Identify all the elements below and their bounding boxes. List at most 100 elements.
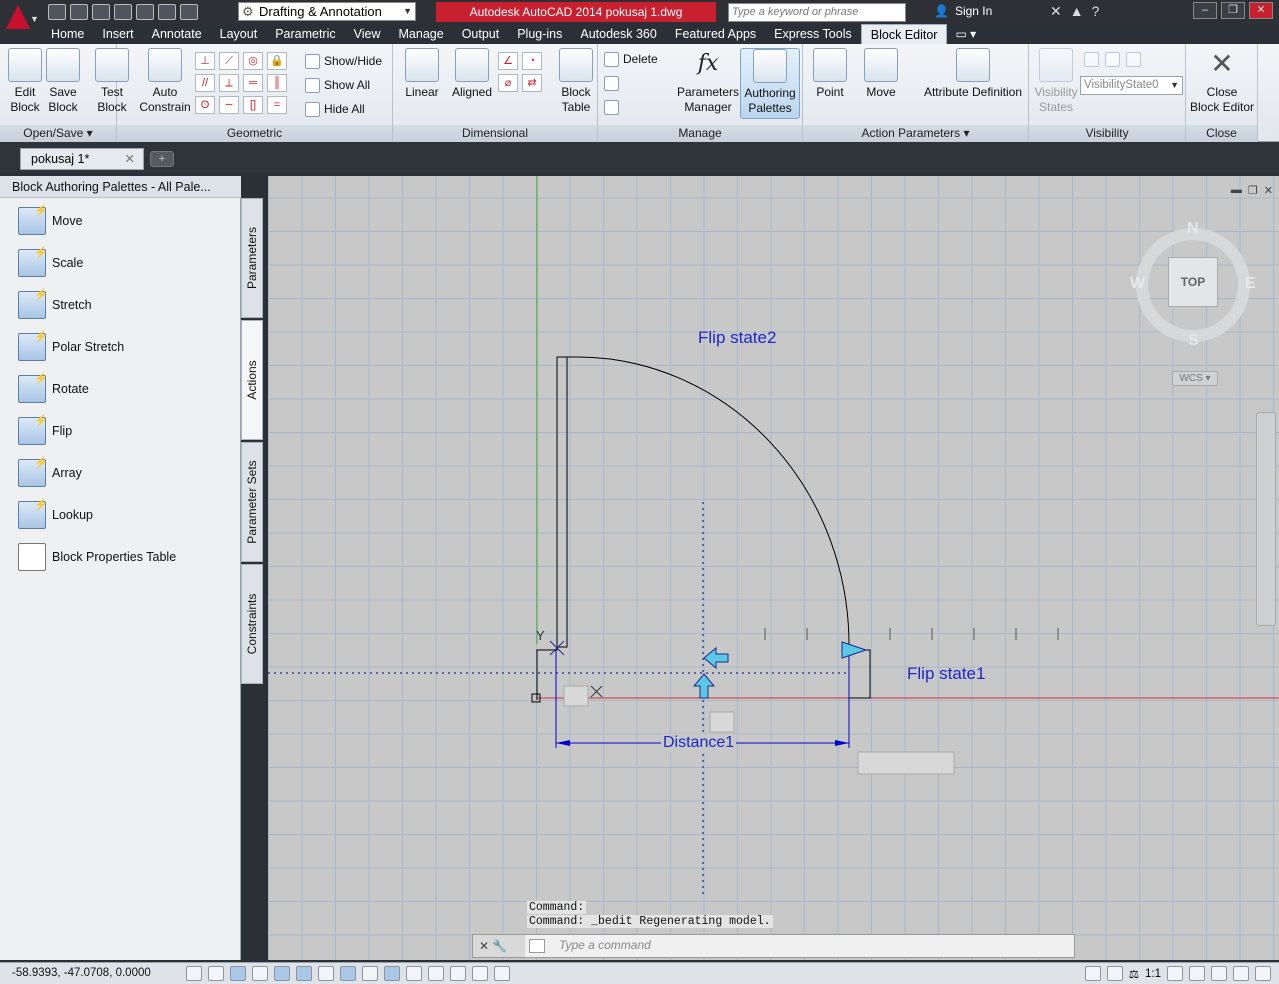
tab-block-editor[interactable]: Block Editor: [860, 24, 948, 44]
new-file-icon[interactable]: [48, 4, 66, 20]
point-button[interactable]: Point: [812, 48, 848, 100]
drawing-canvas[interactable]: ▬ ❐ ✕ Flip state2 Flip state1 Distance1 …: [268, 176, 1279, 960]
object-snap-icon[interactable]: [296, 966, 312, 981]
tab-autodesk-360[interactable]: Autodesk 360: [571, 24, 665, 44]
tab-annotate[interactable]: Annotate: [143, 24, 211, 44]
restore-button[interactable]: ❐: [1221, 2, 1245, 19]
tab-home[interactable]: Home: [42, 24, 93, 44]
panel-title-close[interactable]: Close: [1186, 125, 1257, 142]
tab-insert[interactable]: Insert: [93, 24, 142, 44]
tab-view[interactable]: View: [345, 24, 390, 44]
wcs-menu[interactable]: WCS ▾: [1172, 371, 1218, 386]
fix-icon[interactable]: 🔒: [267, 52, 287, 70]
show-hide-button[interactable]: Show/Hide: [305, 52, 382, 70]
close-button[interactable]: ✕: [1249, 2, 1273, 19]
compass-south[interactable]: S: [1188, 332, 1199, 350]
selection-cycling-icon[interactable]: [472, 966, 488, 981]
equal-icon[interactable]: =: [267, 96, 287, 114]
collinear-icon[interactable]: ⟋: [219, 52, 239, 70]
viewcube-top-face[interactable]: TOP: [1168, 257, 1218, 307]
grid-display-icon[interactable]: [230, 966, 246, 981]
command-input[interactable]: Type a command: [559, 938, 1059, 952]
tab-output[interactable]: Output: [453, 24, 509, 44]
help-icon[interactable]: ?: [1092, 3, 1100, 20]
palette-title[interactable]: Block Authoring Palettes - All Pale...: [0, 176, 241, 198]
lineweight-icon[interactable]: [406, 966, 422, 981]
ribbon-options-icon[interactable]: ▭ ▾: [947, 24, 984, 44]
arrow-up-grip-icon[interactable]: [692, 673, 716, 699]
parallel-icon[interactable]: //: [195, 74, 215, 92]
arrow-left-grip-icon[interactable]: [703, 646, 729, 670]
snap-mode-icon[interactable]: [208, 966, 224, 981]
palette-item-move[interactable]: ⚡ Move: [0, 200, 236, 242]
annotation-scale-value[interactable]: 1:1: [1145, 968, 1161, 980]
layout-icon[interactable]: [1106, 966, 1123, 981]
edit-block-button[interactable]: Edit Block: [6, 48, 44, 115]
delete-button[interactable]: Delete: [604, 50, 658, 68]
visibility-state-select[interactable]: VisibilityState0 ▼: [1080, 76, 1183, 95]
viewcube[interactable]: TOP N S E W: [1130, 220, 1256, 350]
tab-plug-ins[interactable]: Plug-ins: [508, 24, 571, 44]
annotation-scale-icon[interactable]: ⚖: [1129, 967, 1139, 981]
save-block-button[interactable]: Save Block: [44, 48, 82, 115]
flip-action-badge[interactable]: [709, 711, 735, 733]
perpendicular-icon[interactable]: ⟂: [219, 74, 239, 92]
panel-title-manage[interactable]: Manage: [598, 125, 802, 142]
close-icon[interactable]: ✕: [479, 939, 489, 953]
infer-constraints-icon[interactable]: [186, 966, 202, 981]
make-visible-icon[interactable]: [1105, 51, 1120, 67]
aligned-button[interactable]: Aligned: [450, 48, 494, 100]
diameter-icon[interactable]: ⌀: [498, 74, 518, 92]
tab-parameters[interactable]: Parameters: [241, 198, 263, 318]
wrench-icon[interactable]: 🔧: [492, 939, 507, 953]
radius-icon[interactable]: ◔: [522, 52, 542, 70]
new-tab-button[interactable]: +: [150, 151, 174, 167]
make-invisible-icon[interactable]: [1126, 51, 1141, 67]
block-table-button[interactable]: Block Table: [556, 48, 596, 115]
palette-item-flip[interactable]: ⚡ Flip: [0, 410, 236, 452]
print-icon[interactable]: [136, 4, 154, 20]
compass-east[interactable]: E: [1245, 275, 1256, 293]
ortho-mode-icon[interactable]: [252, 966, 268, 981]
clean-screen-icon[interactable]: [1255, 966, 1271, 981]
convert-icon[interactable]: ⇄: [522, 74, 542, 92]
coincident-icon[interactable]: ⊥: [195, 52, 215, 70]
vertical-icon[interactable]: ║: [267, 74, 287, 92]
application-menu-button[interactable]: ▼: [0, 0, 42, 38]
undo-icon[interactable]: [158, 4, 176, 20]
block-xml-button[interactable]: [604, 98, 619, 116]
panel-title-open-save[interactable]: Open/Save ▾: [0, 125, 116, 142]
panel-title-geometric[interactable]: Geometric: [117, 125, 392, 142]
palette-item-rotate[interactable]: ⚡ Rotate: [0, 368, 236, 410]
hardware-acceleration-icon[interactable]: [1211, 966, 1227, 981]
close-tab-icon[interactable]: ✕: [125, 149, 135, 169]
tab-featured-apps[interactable]: Featured Apps: [666, 24, 765, 44]
hide-all-button[interactable]: Hide All: [305, 100, 365, 118]
annotation-monitor-icon[interactable]: [494, 966, 510, 981]
dynamic-input-icon[interactable]: [384, 966, 400, 981]
stay-connected-icon[interactable]: ▲: [1070, 3, 1084, 20]
save-icon[interactable]: [92, 4, 110, 20]
parameters-manager-button[interactable]: fx Parameters Manager: [676, 48, 740, 115]
linear-button[interactable]: Linear: [402, 48, 442, 100]
attribute-definition-button[interactable]: Attribute Definition: [918, 48, 1028, 100]
visibility-states-button[interactable]: Visibility States: [1034, 48, 1078, 115]
panel-title-visibility[interactable]: Visibility: [1029, 125, 1185, 142]
palette-item-block-properties-table[interactable]: Block Properties Table: [0, 536, 236, 578]
palette-item-stretch[interactable]: ⚡ Stretch: [0, 284, 236, 326]
dynamic-ucs-icon[interactable]: [362, 966, 378, 981]
distance-label[interactable]: Distance1: [661, 734, 737, 752]
flip-action-badge[interactable]: [563, 685, 589, 707]
concentric-icon[interactable]: ◎: [243, 52, 263, 70]
object-snap-tracking-icon[interactable]: [340, 966, 356, 981]
palette-item-scale[interactable]: ⚡ Scale: [0, 242, 236, 284]
redo-icon[interactable]: [180, 4, 198, 20]
open-file-icon[interactable]: [70, 4, 88, 20]
move-button[interactable]: Move: [860, 48, 902, 100]
flip-grip-icon[interactable]: [841, 641, 868, 659]
auto-constrain-button[interactable]: Auto Constrain: [138, 48, 192, 115]
tab-parametric[interactable]: Parametric: [266, 24, 344, 44]
navigation-bar[interactable]: [1256, 412, 1276, 626]
attribute-order-button[interactable]: [604, 74, 619, 92]
3d-object-snap-icon[interactable]: [318, 966, 334, 981]
